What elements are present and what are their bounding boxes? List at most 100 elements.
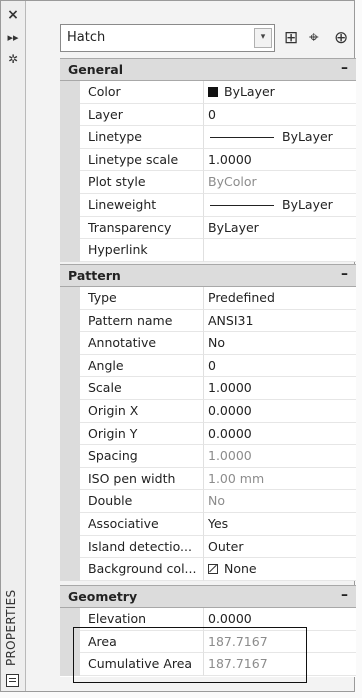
lineweight-preview — [210, 205, 274, 206]
property-row-color[interactable]: Color ByLayer — [60, 81, 356, 104]
auto-hide-icon[interactable]: ▸▸ — [1, 31, 25, 44]
row-gutter — [60, 558, 80, 581]
property-row-origin-x[interactable]: Origin X 0.0000 — [60, 400, 356, 423]
property-row-annotative[interactable]: Annotative No — [60, 332, 356, 355]
property-row-spacing[interactable]: Spacing 1.0000 — [60, 445, 356, 468]
property-value[interactable]: 0.0000 — [204, 423, 356, 446]
property-name: Annotative — [80, 332, 204, 355]
object-type-dropdown[interactable]: Hatch ▾ — [60, 24, 275, 52]
select-objects-icon[interactable]: ⌖ — [309, 28, 319, 48]
property-value[interactable]: Yes — [204, 513, 356, 536]
close-icon[interactable]: × — [1, 7, 25, 23]
property-value: ByColor — [204, 171, 356, 194]
row-gutter — [60, 445, 80, 468]
color-value: ByLayer — [224, 84, 275, 99]
row-gutter — [60, 332, 80, 355]
property-value[interactable]: 0.0000 — [204, 400, 356, 423]
geometry-section: Geometry – Elevation 0.0000 Area 187.716… — [60, 585, 356, 677]
property-value[interactable]: 0.0000 — [204, 608, 356, 631]
property-value: 1.00 mm — [204, 468, 356, 491]
property-value: 187.7167 — [204, 653, 356, 676]
collapse-icon[interactable]: – — [341, 266, 348, 282]
property-row-double[interactable]: Double No — [60, 490, 356, 513]
property-value[interactable]: 1.0000 — [204, 149, 356, 172]
row-gutter — [60, 171, 80, 194]
property-row-linetype-scale[interactable]: Linetype scale 1.0000 — [60, 148, 356, 172]
property-row-island-detection[interactable]: Island detectio... Outer — [60, 535, 356, 559]
property-row-cumulative-area[interactable]: Cumulative Area 187.7167 — [60, 653, 356, 676]
linetype-value: ByLayer — [282, 129, 333, 145]
toggle-pickadd-icon[interactable]: ⊕ — [334, 28, 348, 48]
row-gutter — [60, 490, 80, 513]
general-section-header[interactable]: General – — [60, 58, 356, 81]
property-row-layer[interactable]: Layer 0 — [60, 103, 356, 127]
property-value[interactable]: ByLayer — [204, 81, 356, 104]
collapse-icon[interactable]: – — [341, 587, 348, 603]
property-name: Linetype scale — [80, 148, 204, 172]
property-value: No — [204, 490, 356, 513]
property-value[interactable]: ByLayer — [204, 194, 356, 217]
property-name: Lineweight — [80, 194, 204, 217]
property-name: Pattern name — [80, 309, 204, 333]
property-row-hyperlink[interactable]: Hyperlink — [60, 239, 356, 262]
property-row-area[interactable]: Area 187.7167 — [60, 630, 356, 654]
property-name: ISO pen width — [80, 467, 204, 491]
property-row-type[interactable]: Type Predefined — [60, 287, 356, 310]
properties-palette: × ▸▸ ✲ PROPERTIES Hatch ▾ ⊞ ⌖ ⊕ General … — [0, 0, 356, 692]
palette-settings-icon[interactable]: ✲ — [1, 52, 25, 66]
row-gutter — [60, 422, 80, 446]
property-value[interactable]: 1.0000 — [204, 377, 356, 400]
row-gutter — [60, 354, 80, 378]
section-title: Geometry — [68, 589, 138, 604]
property-row-iso-pen-width[interactable]: ISO pen width 1.00 mm — [60, 467, 356, 491]
property-value: 187.7167 — [204, 631, 356, 654]
property-value[interactable] — [204, 239, 356, 262]
property-row-elevation[interactable]: Elevation 0.0000 — [60, 608, 356, 631]
palette-title: PROPERTIES — [4, 589, 18, 667]
property-row-associative[interactable]: Associative Yes — [60, 513, 356, 536]
property-value[interactable]: No — [204, 332, 356, 355]
property-value[interactable]: ByLayer — [204, 126, 356, 149]
property-value[interactable]: ANSI31 — [204, 310, 356, 333]
property-value[interactable]: Outer — [204, 536, 356, 559]
chevron-down-icon[interactable]: ▾ — [254, 28, 272, 48]
property-name: Angle — [80, 354, 204, 378]
row-gutter — [60, 309, 80, 333]
pattern-section-header[interactable]: Pattern – — [60, 264, 356, 287]
row-gutter — [60, 377, 80, 400]
property-name: Island detectio... — [80, 535, 204, 559]
palette-title-bar[interactable]: × ▸▸ ✲ PROPERTIES — [1, 1, 26, 691]
row-gutter — [60, 287, 80, 310]
row-gutter — [60, 126, 80, 149]
property-row-background-color[interactable]: Background col... None — [60, 558, 356, 581]
background-color-value: None — [224, 561, 257, 577]
row-gutter — [60, 239, 80, 262]
property-row-pattern-name[interactable]: Pattern name ANSI31 — [60, 309, 356, 333]
quick-select-icon[interactable]: ⊞ — [284, 28, 298, 48]
property-value[interactable]: 0 — [204, 104, 356, 127]
collapse-icon[interactable]: – — [341, 60, 348, 76]
property-value[interactable]: ByLayer — [204, 217, 356, 240]
properties-icon — [6, 674, 19, 687]
property-value[interactable]: 0 — [204, 355, 356, 378]
property-row-linetype[interactable]: Linetype ByLayer — [60, 126, 356, 149]
property-row-scale[interactable]: Scale 1.0000 — [60, 377, 356, 400]
property-name: Origin X — [80, 400, 204, 423]
geometry-section-header[interactable]: Geometry – — [60, 585, 356, 608]
property-name: Origin Y — [80, 422, 204, 446]
property-row-lineweight[interactable]: Lineweight ByLayer — [60, 194, 356, 217]
property-row-transparency[interactable]: Transparency ByLayer — [60, 216, 356, 240]
object-type-value: Hatch — [67, 30, 106, 45]
row-gutter — [60, 103, 80, 127]
property-name: Scale — [80, 377, 204, 400]
property-row-angle[interactable]: Angle 0 — [60, 354, 356, 378]
no-color-swatch-icon — [208, 564, 218, 575]
linetype-preview — [210, 137, 274, 139]
property-name: Background col... — [80, 558, 204, 581]
property-name: Spacing — [80, 445, 204, 468]
property-value[interactable]: None — [204, 558, 356, 581]
property-name: Area — [80, 630, 204, 654]
property-value[interactable]: Predefined — [204, 287, 356, 310]
property-row-origin-y[interactable]: Origin Y 0.0000 — [60, 422, 356, 446]
property-row-plot-style[interactable]: Plot style ByColor — [60, 171, 356, 194]
